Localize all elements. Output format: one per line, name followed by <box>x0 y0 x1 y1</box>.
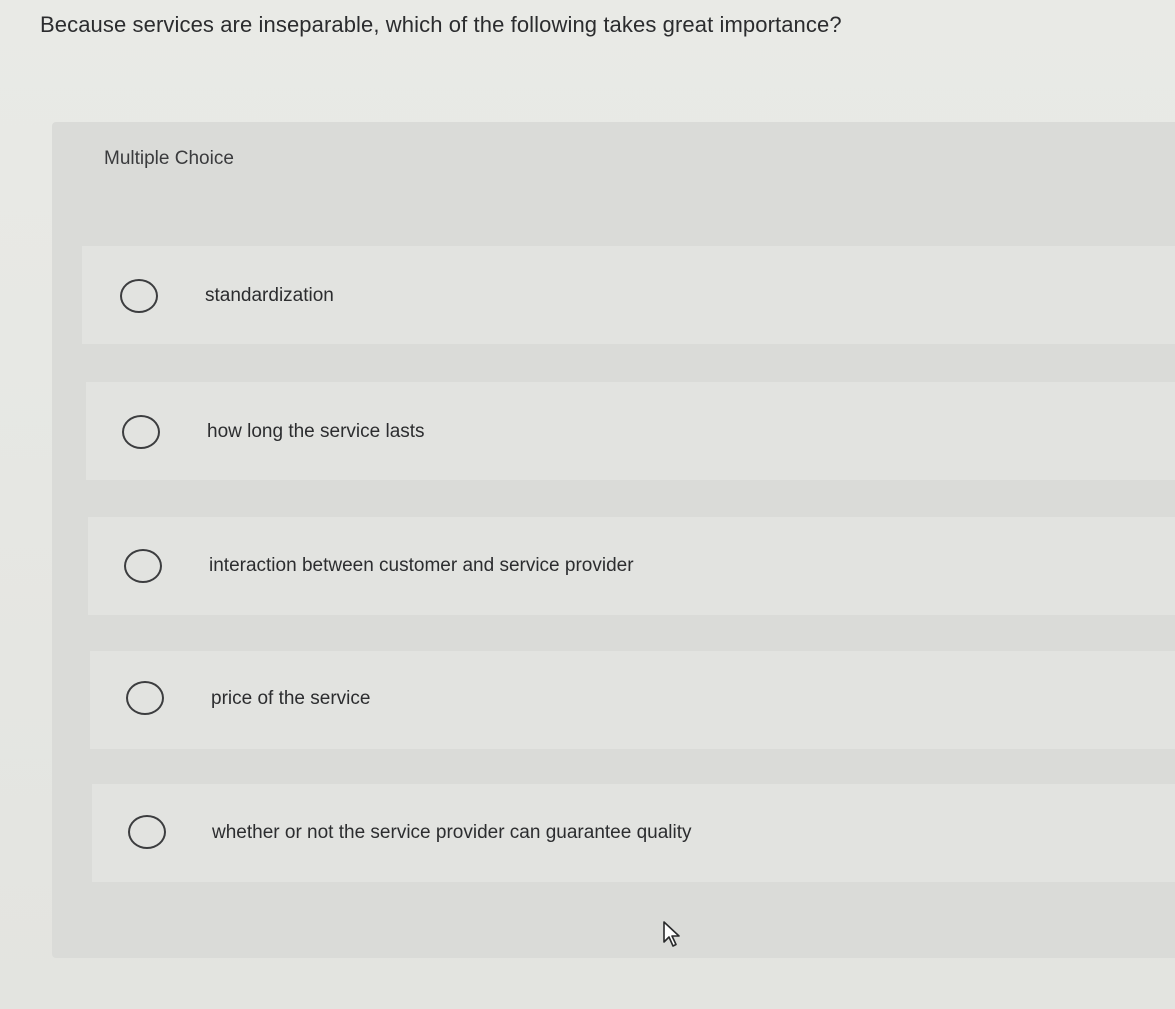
radio-unchecked-icon[interactable] <box>124 549 162 583</box>
option-interaction[interactable]: interaction between customer and service… <box>88 517 1175 615</box>
option-label: standardization <box>205 285 334 306</box>
radio-unchecked-icon[interactable] <box>120 279 158 313</box>
option-price[interactable]: price of the service <box>90 651 1175 749</box>
option-service-duration[interactable]: how long the service lasts <box>86 382 1175 480</box>
option-label: price of the service <box>211 688 371 709</box>
question-type-label: Multiple Choice <box>104 148 234 169</box>
option-label: how long the service lasts <box>207 421 425 442</box>
option-quality-guarantee[interactable]: whether or not the service provider can … <box>92 784 1175 882</box>
option-label: interaction between customer and service… <box>209 555 634 576</box>
option-standardization[interactable]: standardization <box>82 246 1175 344</box>
mouse-pointer-icon <box>663 921 680 947</box>
radio-unchecked-icon[interactable] <box>126 681 164 715</box>
radio-unchecked-icon[interactable] <box>122 415 160 449</box>
option-label: whether or not the service provider can … <box>212 822 692 843</box>
radio-unchecked-icon[interactable] <box>128 815 166 849</box>
question-text: Because services are inseparable, which … <box>40 12 842 37</box>
